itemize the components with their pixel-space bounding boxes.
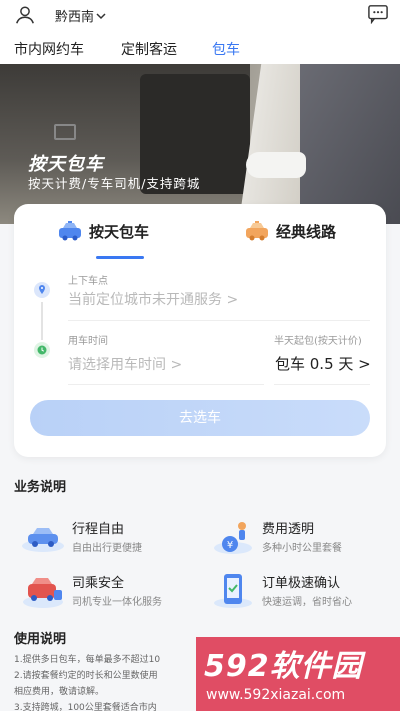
message-icon[interactable] xyxy=(367,4,389,24)
site-watermark: 592软件园 www.592xiazai.com xyxy=(196,637,400,711)
watermark-brand: 592软件园 xyxy=(204,649,363,684)
tab-custom-transport[interactable]: 定制客运 xyxy=(121,30,177,64)
svg-text:¥: ¥ xyxy=(227,540,233,551)
feature-item: 行程自由 自由出行更便捷 xyxy=(20,516,142,556)
coin-people-icon: ¥ xyxy=(214,522,252,554)
tab-city-ride[interactable]: 市内网约车 xyxy=(14,30,84,64)
divider xyxy=(274,384,370,385)
time-field[interactable]: 请选择用车时间 > xyxy=(68,354,182,374)
route-connector-line xyxy=(41,302,43,340)
hero-subtitle: 按天计费/专车司机/支持跨城 xyxy=(28,176,201,191)
watermark-url: www.592xiazai.com xyxy=(206,687,346,703)
hero-chauffeur xyxy=(300,64,400,224)
divider xyxy=(68,384,264,385)
service-tabs: 市内网约车 定制客运 包车 xyxy=(0,30,400,64)
mode-day-charter-label: 按天包车 xyxy=(89,222,150,241)
active-mode-indicator xyxy=(96,256,144,259)
feature-name: 行程自由 xyxy=(72,522,125,537)
tab-charter[interactable]: 包车 xyxy=(212,30,240,64)
feature-desc: 多种小时公里套餐 xyxy=(262,543,342,554)
pickup-field[interactable]: 当前定位城市未开通服务 > xyxy=(68,289,238,309)
half-day-label: 半天起包(按天计价) xyxy=(274,336,362,347)
feature-name: 司乘安全 xyxy=(72,576,125,591)
pickup-label: 上下车点 xyxy=(68,276,108,287)
feature-item: 订单极速确认 快速运调，省时省心 xyxy=(210,570,352,610)
clock-icon xyxy=(34,342,50,358)
mode-day-charter[interactable]: 按天包车 xyxy=(57,220,149,242)
business-section-title: 业务说明 xyxy=(14,480,67,495)
feature-desc: 快速运调，省时省心 xyxy=(262,597,352,608)
car-logo-icon xyxy=(54,124,76,140)
feature-desc: 自由出行更便捷 xyxy=(72,543,142,554)
feature-name: 费用透明 xyxy=(262,522,315,537)
top-bar: 黔西南 xyxy=(0,0,400,30)
booking-card: 按天包车 经典线路 上下车点 当前定位城市未开通服务 > 用车时间 请选择用车时… xyxy=(14,204,386,457)
feature-name: 订单极速确认 xyxy=(262,576,341,591)
city-selector[interactable]: 黔西南 xyxy=(55,6,106,25)
mode-classic-route[interactable]: 经典线路 xyxy=(244,220,336,242)
chevron-down-icon xyxy=(96,12,106,19)
feature-item: 司乘安全 司机专业一体化服务 xyxy=(20,570,162,610)
divider xyxy=(68,320,370,321)
city-name: 黔西南 xyxy=(55,10,95,25)
hero-banner: 按天包车 按天计费/专车司机/支持跨城 xyxy=(0,64,400,224)
usage-section-title: 使用说明 xyxy=(14,632,67,647)
blue-car-icon xyxy=(59,221,81,241)
orange-taxi-icon xyxy=(246,221,268,241)
mode-classic-route-label: 经典线路 xyxy=(276,222,337,241)
days-selector[interactable]: 包车 0.5 天 > xyxy=(275,353,371,374)
feature-item: ¥ 费用透明 多种小时公里套餐 xyxy=(210,516,342,556)
select-car-button[interactable]: 去选车 xyxy=(30,400,370,436)
safety-car-icon xyxy=(23,578,63,608)
hero-glove xyxy=(246,152,306,178)
time-label: 用车时间 xyxy=(68,336,108,347)
phone-confirm-icon xyxy=(214,574,252,608)
feature-desc: 司机专业一体化服务 xyxy=(72,597,162,608)
user-icon[interactable] xyxy=(14,4,36,26)
car-road-icon xyxy=(22,528,64,552)
location-pin-icon xyxy=(34,282,50,298)
